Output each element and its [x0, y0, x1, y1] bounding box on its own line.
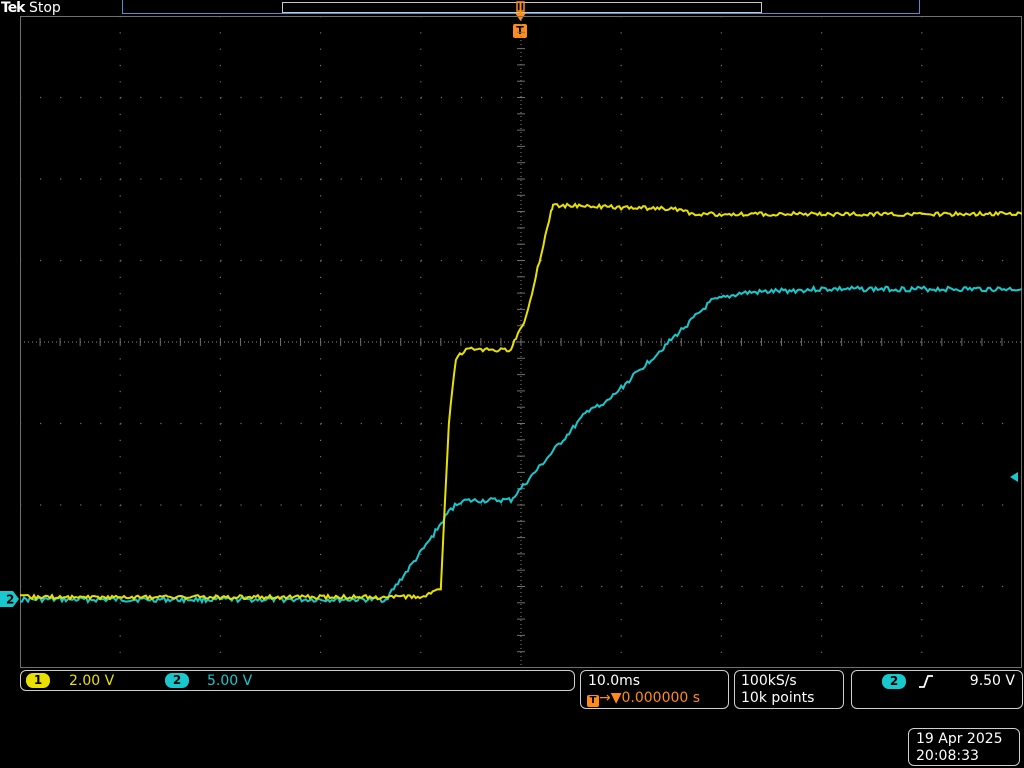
datetime-panel: 19 Apr 2025 20:08:33: [908, 728, 1020, 766]
waveform-display[interactable]: [20, 16, 1022, 668]
channel2-ground-marker-icon[interactable]: 2: [0, 591, 20, 607]
rising-edge-icon: [919, 675, 933, 688]
time-readout: 20:08:33: [916, 748, 979, 764]
timebase-scale: 10.0ms: [588, 673, 641, 689]
trigger-position-readout: T →▼0.000000 s: [587, 690, 700, 707]
trigger-position-value: 0.000000 s: [621, 690, 701, 706]
date-readout: 19 Apr 2025: [916, 731, 1003, 747]
status-label: Tek Stop: [1, 0, 61, 16]
acquisition-panel[interactable]: 100kS/s 10k points: [734, 670, 844, 709]
sample-rate: 100kS/s: [741, 673, 797, 689]
acquisition-status: Stop: [28, 0, 61, 16]
record-length: 10k points: [741, 690, 815, 706]
brand-logo: Tek: [1, 0, 25, 16]
arrow-right-icon: →▼: [599, 690, 622, 706]
channel1-badge[interactable]: 1: [26, 673, 50, 688]
channel2-scale[interactable]: 5.00 V: [207, 672, 252, 690]
graticule-grid: [20, 16, 1022, 668]
channel2-badge[interactable]: 2: [165, 673, 189, 688]
channel1-waveform: [20, 202, 1022, 602]
timebase-panel[interactable]: 10.0ms T →▼0.000000 s: [580, 670, 729, 709]
channel1-scale[interactable]: 2.00 V: [69, 672, 114, 690]
trigger-level-marker-icon[interactable]: [1010, 471, 1022, 483]
trigger-level: 9.50 V: [969, 673, 1015, 689]
svg-text:2: 2: [6, 593, 14, 607]
channel-readout-panel: 1 2.00 V 2 5.00 V: [20, 670, 575, 691]
trigger-source-badge: 2: [882, 674, 906, 689]
trigger-panel[interactable]: 2 9.50 V: [851, 670, 1023, 709]
trigger-position-icon: T: [587, 695, 599, 707]
